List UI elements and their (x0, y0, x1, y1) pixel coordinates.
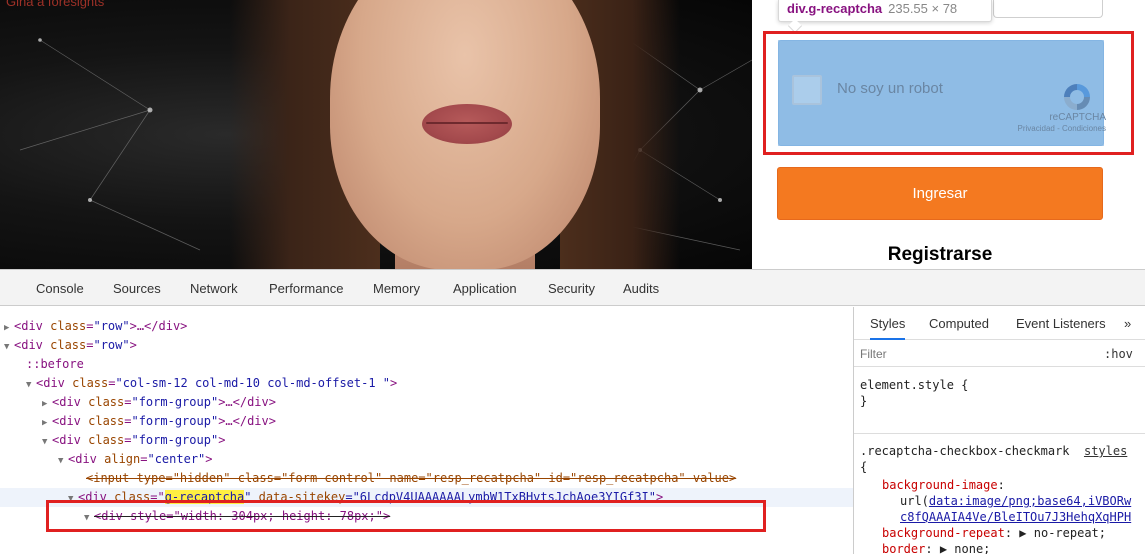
tab-computed[interactable]: Computed (929, 316, 989, 331)
devtools-panel: Console Sources Network Performance Memo… (0, 269, 1145, 554)
partial-input-field[interactable] (993, 0, 1103, 18)
expand-triangle-icon[interactable]: ▶ (1019, 526, 1026, 540)
element-style-open[interactable]: element.style { (860, 377, 968, 393)
dom-node-row-6[interactable]: ▶ <div class="form-group">…</div> (0, 412, 853, 431)
lips (422, 104, 512, 144)
tab-security[interactable]: Security (548, 281, 595, 296)
css-selector[interactable]: .recaptcha-checkbox-checkmark (860, 444, 1070, 458)
tab-network[interactable]: Network (190, 281, 238, 296)
tab-application[interactable]: Application (453, 281, 517, 296)
more-tabs-chevron-icon[interactable]: » (1124, 316, 1131, 331)
red-annotation-box-dom (46, 500, 766, 532)
tab-audits[interactable]: Audits (623, 281, 659, 296)
inspect-tooltip: div.g-recaptcha 235.55 × 78 (778, 0, 992, 22)
tab-event-listeners[interactable]: Event Listeners (1016, 316, 1106, 331)
dom-node-row-8[interactable]: ▼ <div align="center"> (0, 450, 853, 469)
tooltip-selector: div.g-recaptcha (787, 1, 883, 16)
login-button[interactable]: Ingresar (777, 167, 1103, 220)
devtools-tab-bar: Console Sources Network Performance Memo… (0, 270, 1145, 306)
styles-filter-bar: :hov (854, 341, 1145, 367)
tab-console[interactable]: Console (36, 281, 84, 296)
tab-performance[interactable]: Performance (269, 281, 343, 296)
css-prop-background-repeat[interactable]: background-repeat: ▶ no-repeat; (882, 525, 1106, 541)
dom-node-row-2[interactable]: ▼ <div class="row"> (0, 336, 853, 355)
element-style-close: } (860, 394, 868, 408)
dom-node-row-5[interactable]: ▶ <div class="form-group">…</div> (0, 393, 853, 412)
data-url-link[interactable]: data:image/png;base64,iVBORw (929, 494, 1131, 508)
dom-node-hidden-input[interactable]: <input type="hidden" class="form-control… (0, 469, 853, 488)
hover-state-toggle[interactable]: :hov (1104, 347, 1133, 361)
dom-pseudo-before[interactable]: ::before (0, 355, 853, 374)
css-open-brace: { (860, 460, 868, 474)
css-value-url-cont: c8fQAAAIA4Ve/BleITOu7J3HehqXqHPH (900, 509, 1131, 525)
rule-divider (854, 433, 1145, 434)
styles-sidebar: Styles Computed Event Listeners » :hov e… (853, 307, 1145, 554)
expand-triangle-icon[interactable]: ▶ (940, 542, 947, 554)
css-value-url: url(data:image/png;base64,iVBORw (900, 494, 1132, 508)
tab-sources[interactable]: Sources (113, 281, 161, 296)
hero-photo: Gina a foresights (0, 0, 752, 269)
tooltip-dimensions: 235.55 × 78 (888, 1, 958, 16)
tab-styles[interactable]: Styles (870, 316, 906, 340)
dom-node-row-1[interactable]: ▶ <div class="row">…</div> (0, 317, 853, 336)
css-prop-background-image[interactable]: background-image: (882, 477, 1005, 493)
css-prop-border[interactable]: border: ▶ none; (882, 541, 990, 554)
red-annotation-box-recaptcha (763, 31, 1134, 155)
sidebar-tab-bar: Styles Computed Event Listeners » (854, 307, 1145, 340)
webpage-viewport: Gina a foresights No soy un robot reCAPT… (0, 0, 1145, 269)
data-url-link-cont[interactable]: c8fQAAAIA4Ve/BleITOu7J3HehqXqHPH (900, 510, 1131, 524)
dom-node-row-7[interactable]: ▼ <div class="form-group"> (0, 431, 853, 450)
css-rule-selector: .recaptcha-checkbox-checkmark styles (860, 443, 1127, 459)
register-link[interactable]: Registrarse (777, 244, 1103, 266)
lip-line (426, 122, 508, 124)
stylesheet-source-link[interactable]: styles (1084, 444, 1127, 458)
dom-node-row-4[interactable]: ▼ <div class="col-sm-12 col-md-10 col-md-… (0, 374, 853, 393)
styles-filter-input[interactable] (860, 346, 1060, 362)
tab-memory[interactable]: Memory (373, 281, 420, 296)
